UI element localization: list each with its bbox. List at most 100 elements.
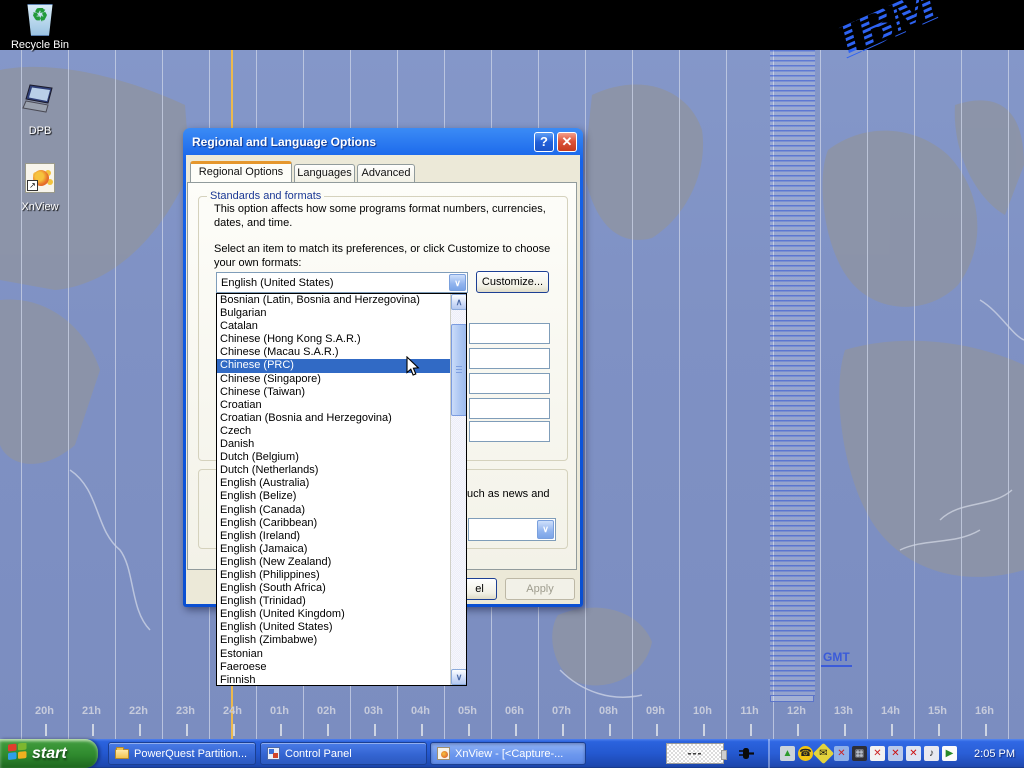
mail-scanner-icon[interactable]: ✉	[813, 743, 834, 764]
tray-glyph: ♪	[929, 746, 934, 761]
tray-glyph: ☎	[799, 746, 811, 761]
list-item[interactable]: Croatian	[217, 399, 450, 412]
list-item[interactable]: English (Canada)	[217, 504, 450, 517]
list-item[interactable]: Dutch (Belgium)	[217, 451, 450, 464]
safely-remove-icon[interactable]: ▲	[780, 746, 795, 761]
task-button-control-panel[interactable]: Control Panel	[260, 742, 427, 765]
dialog-body: Regional Options Languages Advanced Stan…	[186, 155, 580, 604]
list-item[interactable]: Czech	[217, 425, 450, 438]
format-combobox[interactable]: English (United States) ∨	[216, 272, 468, 293]
tab-advanced[interactable]: Advanced	[357, 164, 415, 182]
customize-button[interactable]: Customize...	[476, 271, 549, 293]
hour-label: 14h	[867, 705, 914, 717]
help-button[interactable]: ?	[534, 132, 554, 152]
list-item[interactable]: Dutch (Netherlands)	[217, 464, 450, 477]
xnview-icon: ↗	[25, 163, 55, 193]
list-item[interactable]: Croatian (Bosnia and Herzegovina)	[217, 412, 450, 425]
scrollbar-thumb[interactable]	[451, 324, 467, 416]
wallpaper-top-strip: IBM	[0, 0, 1024, 50]
scroll-up-icon[interactable]: ∧	[451, 294, 467, 310]
list-item[interactable]: Finnish	[217, 674, 450, 686]
list-item[interactable]: English (Belize)	[217, 490, 450, 503]
hour-label: 23h	[162, 705, 209, 717]
tray-glyph: ✕	[837, 746, 845, 761]
hour-label: 12h	[773, 705, 820, 717]
hour-label: 01h	[256, 705, 303, 717]
apply-button: Apply	[505, 578, 575, 600]
cancel-button-partial[interactable]: el	[462, 578, 497, 600]
desktop-icon-label: DPB	[2, 125, 78, 137]
language-list-items: Bosnian (Latin, Bosnia and Herzegovina) …	[217, 294, 450, 686]
list-item[interactable]: English (South Africa)	[217, 582, 450, 595]
taskbar: start PowerQuest Partition... Control Pa…	[0, 739, 1024, 768]
control-panel-icon	[267, 747, 280, 760]
list-item[interactable]: English (United States)	[217, 621, 450, 634]
volume-icon[interactable]: ♪	[924, 746, 939, 761]
location-combobox[interactable]: ∨	[468, 518, 556, 541]
hour-label: 22h	[115, 705, 162, 717]
list-item[interactable]: English (Philippines)	[217, 569, 450, 582]
start-label: start	[32, 745, 67, 763]
list-item[interactable]: Bulgarian	[217, 307, 450, 320]
sample-long-date-field	[469, 421, 550, 442]
laptop-icon	[21, 83, 59, 122]
regional-and-language-options-dialog: Regional and Language Options ? ✕ Region…	[183, 128, 583, 607]
tab-regional-options[interactable]: Regional Options	[190, 161, 292, 182]
network-disconnected-icon[interactable]: ✕	[888, 746, 903, 761]
desktop-icon-xnview[interactable]: ↗ XnView	[2, 163, 78, 213]
list-item[interactable]: English (Trinidad)	[217, 595, 450, 608]
location-description-fragment: uch as news and	[467, 488, 550, 502]
dialog-titlebar[interactable]: Regional and Language Options ? ✕	[183, 128, 583, 155]
close-button[interactable]: ✕	[557, 132, 577, 152]
chevron-down-icon[interactable]: ∨	[537, 520, 554, 539]
clock[interactable]: 2:05 PM	[974, 748, 1015, 760]
gmt-band-endbox	[770, 695, 814, 702]
task-button-label: XnView - [<Capture-...	[455, 748, 563, 760]
list-item[interactable]: English (Jamaica)	[217, 543, 450, 556]
shortcut-arrow-icon: ↗	[27, 180, 38, 191]
language-dropdown-list[interactable]: Bosnian (Latin, Bosnia and Herzegovina) …	[216, 293, 467, 686]
recycle-bin-icon: ♻	[25, 4, 55, 36]
list-item[interactable]: English (Caribbean)	[217, 517, 450, 530]
list-item[interactable]: Estonian	[217, 648, 450, 661]
wireless-disconnected-icon[interactable]: ✕	[906, 746, 921, 761]
system-tray: ▲ ☎ ✉ ✕ ▦ ✕ ✕ ✕ ♪ ▶ 2:05 PM	[768, 739, 1024, 768]
task-button-powerquest[interactable]: PowerQuest Partition...	[108, 742, 256, 765]
hour-label: 07h	[538, 705, 585, 717]
list-item[interactable]: Faeroese	[217, 661, 450, 674]
list-item[interactable]: English (Zimbabwe)	[217, 634, 450, 647]
network-icon[interactable]: ▦	[852, 746, 867, 761]
list-item[interactable]: Catalan	[217, 320, 450, 333]
hour-label: 15h	[914, 705, 961, 717]
scroll-down-icon[interactable]: ∨	[451, 669, 467, 685]
hour-label: 13h	[820, 705, 867, 717]
desktop-icon-dpb[interactable]: DPB	[2, 83, 78, 137]
chevron-down-icon[interactable]: ∨	[449, 274, 466, 291]
messenger-offline-icon[interactable]: ✕	[834, 746, 849, 761]
list-item[interactable]: Danish	[217, 438, 450, 451]
list-item[interactable]: English (Ireland)	[217, 530, 450, 543]
desktop-icon-label: Recycle Bin	[2, 39, 78, 51]
desktop-icon-recycle-bin[interactable]: ♻ Recycle Bin	[2, 4, 78, 51]
list-item[interactable]: Chinese (Hong Kong S.A.R.)	[217, 333, 450, 346]
battery-meter[interactable]: ---	[666, 743, 724, 764]
list-item[interactable]: English (United Kingdom)	[217, 608, 450, 621]
hour-label: 06h	[491, 705, 538, 717]
list-scrollbar[interactable]: ∧ ∨	[450, 294, 466, 685]
list-item[interactable]: Chinese (Taiwan)	[217, 386, 450, 399]
gmt-meridian-band	[770, 50, 815, 696]
tray-glyph: ▶	[946, 746, 954, 761]
list-item[interactable]: Bosnian (Latin, Bosnia and Herzegovina)	[217, 294, 450, 307]
list-item[interactable]: English (Australia)	[217, 477, 450, 490]
list-item[interactable]: English (New Zealand)	[217, 556, 450, 569]
display-blocked-icon[interactable]: ✕	[870, 746, 885, 761]
sample-short-date-field	[469, 398, 550, 419]
desktop: { "desktop": { "icons": [ { "label": "Re…	[0, 0, 1024, 768]
tray-glyph: ✕	[891, 746, 899, 761]
task-button-xnview[interactable]: XnView - [<Capture-...	[430, 742, 586, 765]
dialer-icon[interactable]: ☎	[798, 746, 813, 761]
tab-languages[interactable]: Languages	[294, 164, 355, 182]
start-button[interactable]: start	[0, 739, 98, 768]
sample-currency-field	[469, 348, 550, 369]
graphics-settings-icon[interactable]: ▶	[942, 746, 957, 761]
